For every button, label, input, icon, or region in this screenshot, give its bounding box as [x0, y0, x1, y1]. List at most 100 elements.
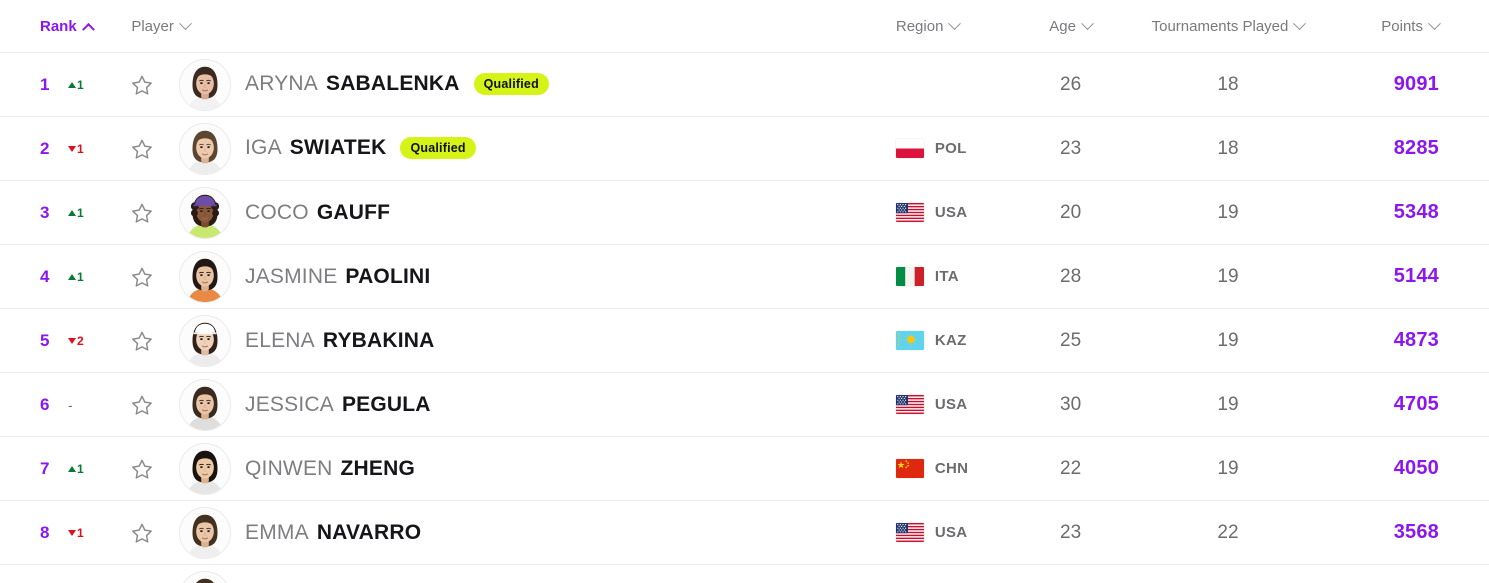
player-name[interactable]: QINWEN ZHENG: [245, 457, 415, 481]
player-cell[interactable]: COCO GAUFF: [179, 186, 896, 239]
tournaments-played-value: 19: [1217, 329, 1239, 351]
column-header-tournaments-played[interactable]: Tournaments Played: [1126, 16, 1330, 35]
tournaments-played-value: 22: [1217, 521, 1239, 543]
column-header-player[interactable]: Player: [131, 16, 896, 35]
player-cell[interactable]: JESSICA PEGULA: [179, 378, 896, 431]
player-avatar: [179, 570, 231, 583]
flag-icon-usa: [895, 395, 924, 414]
column-header-label: Rank: [40, 17, 77, 35]
favorite-star-button[interactable]: [131, 330, 179, 352]
table-row[interactable]: 7 1 QINWEN ZHENG CHN 22 19 4050: [0, 436, 1489, 500]
player-cell[interactable]: EMMA NAVARRO: [179, 506, 896, 559]
column-header-age[interactable]: Age: [1015, 16, 1126, 35]
tournaments-played-value: 19: [1217, 393, 1239, 415]
age-value: 28: [1060, 265, 1082, 287]
player-first-name: JESSICA: [245, 392, 334, 416]
player-cell[interactable]: JASMINE PAOLINI: [179, 250, 896, 303]
table-row[interactable]: 8 1 EMMA NAVARRO USA 23 22 3568: [0, 500, 1489, 564]
player-name[interactable]: JESSICA PEGULA: [245, 393, 431, 417]
flag-icon-chn: [895, 459, 924, 478]
table-row[interactable]: [0, 564, 1489, 583]
tournaments-played-value: 18: [1217, 73, 1239, 95]
table-row[interactable]: 6- JESSICA PEGULA USA 30 19 4705: [0, 372, 1489, 436]
rank-cell: 41: [40, 267, 131, 287]
flag-icon-pol: [895, 139, 924, 158]
favorite-star-button[interactable]: [131, 202, 179, 224]
region-cell: POL: [895, 139, 1015, 158]
region-cell: USA: [895, 395, 1015, 414]
chevron-down-icon: [948, 16, 962, 30]
table-row[interactable]: 1 1 ARYNA SABALENKA Qualified 26 18 9091: [0, 52, 1489, 116]
column-header-label: Tournaments Played: [1151, 17, 1289, 35]
player-name[interactable]: EMMA NAVARRO: [245, 521, 421, 545]
player-first-name: QINWEN: [245, 456, 333, 480]
age-value: 23: [1060, 521, 1082, 543]
chevron-down-icon: [1081, 16, 1094, 30]
tournaments-played-value: 19: [1217, 265, 1239, 287]
player-cell[interactable]: ARYNA SABALENKA Qualified: [179, 58, 896, 111]
triangle-down-icon: [68, 529, 76, 536]
rank-number: 1: [40, 74, 50, 94]
triangle-down-icon: [68, 337, 76, 344]
player-cell[interactable]: [179, 570, 896, 583]
player-cell[interactable]: QINWEN ZHENG: [179, 442, 896, 495]
chevron-down-icon: [1293, 16, 1307, 30]
player-cell[interactable]: IGA SWIATEK Qualified: [179, 122, 896, 175]
region-code: ITA: [934, 268, 959, 285]
player-name[interactable]: JASMINE PAOLINI: [245, 265, 430, 289]
column-header-rank[interactable]: Rank: [40, 17, 131, 36]
player-name[interactable]: ARYNA SABALENKA Qualified: [245, 72, 549, 97]
favorite-star-button[interactable]: [131, 74, 179, 96]
rank-cell: 71: [40, 459, 131, 479]
rank-movement: 1: [68, 78, 84, 92]
points-value: 5144: [1393, 265, 1439, 287]
table-row[interactable]: 2 1 IGA SWIATEK Qualified POL 23 18 8285: [0, 116, 1489, 180]
points-value: 3568: [1393, 521, 1439, 543]
region-cell: KAZ: [895, 331, 1015, 350]
table-row[interactable]: 5 2 ELENA RYBAKINA KAZ 25 19 4873: [0, 308, 1489, 372]
table-row[interactable]: 4 1 JASMINE PAOLINI ITA 28 19 5144: [0, 244, 1489, 308]
age-value: 25: [1060, 329, 1082, 351]
region-cell: USA: [895, 523, 1015, 542]
player-first-name: COCO: [245, 200, 309, 224]
column-header-points[interactable]: Points: [1330, 16, 1441, 35]
flag-icon-kaz: [895, 331, 924, 350]
favorite-star-button[interactable]: [131, 522, 179, 544]
rank-cell: 52: [40, 331, 131, 351]
player-last-name: PAOLINI: [345, 264, 431, 288]
player-name[interactable]: IGA SWIATEK Qualified: [245, 136, 476, 161]
triangle-up-icon: [68, 273, 76, 280]
rank-number: 2: [40, 138, 50, 158]
rank-movement: 2: [68, 334, 84, 348]
column-header-region[interactable]: Region: [896, 16, 1015, 35]
player-name[interactable]: ELENA RYBAKINA: [245, 329, 435, 353]
region-cell: CHN: [895, 459, 1015, 478]
table-row[interactable]: 3 1 COCO GAUFF USA 20 19 5348: [0, 180, 1489, 244]
points-value: 9091: [1393, 73, 1439, 95]
triangle-down-icon: [68, 145, 76, 152]
age-value: 23: [1060, 137, 1082, 159]
player-cell[interactable]: ELENA RYBAKINA: [179, 314, 896, 367]
favorite-star-button[interactable]: [131, 458, 179, 480]
age-value: 22: [1060, 457, 1082, 479]
player-name[interactable]: COCO GAUFF: [245, 201, 390, 225]
favorite-star-button[interactable]: [131, 138, 179, 160]
region-code: USA: [934, 524, 968, 541]
chevron-up-icon: [81, 22, 95, 36]
player-avatar: [179, 58, 231, 111]
player-first-name: JASMINE: [245, 264, 338, 288]
table-body: 1 1 ARYNA SABALENKA Qualified 2 6 18 9091 2 1 IGA SW…: [0, 52, 1489, 583]
points-value: 8285: [1393, 137, 1439, 159]
flag-icon-usa: [895, 203, 924, 222]
rank-movement: 1: [68, 462, 84, 476]
favorite-star-button[interactable]: [131, 266, 179, 288]
rank-number: 6: [40, 394, 50, 414]
rank-movement-value: 2: [77, 333, 84, 348]
rankings-table: Rank Player Region Age Tournaments Played Poi…: [0, 0, 1489, 583]
chevron-down-icon: [179, 16, 192, 30]
player-last-name: RYBAKINA: [322, 328, 435, 352]
region-code: POL: [934, 140, 967, 157]
player-last-name: NAVARRO: [316, 520, 422, 544]
favorite-star-button[interactable]: [131, 394, 179, 416]
region-code: KAZ: [934, 332, 967, 349]
